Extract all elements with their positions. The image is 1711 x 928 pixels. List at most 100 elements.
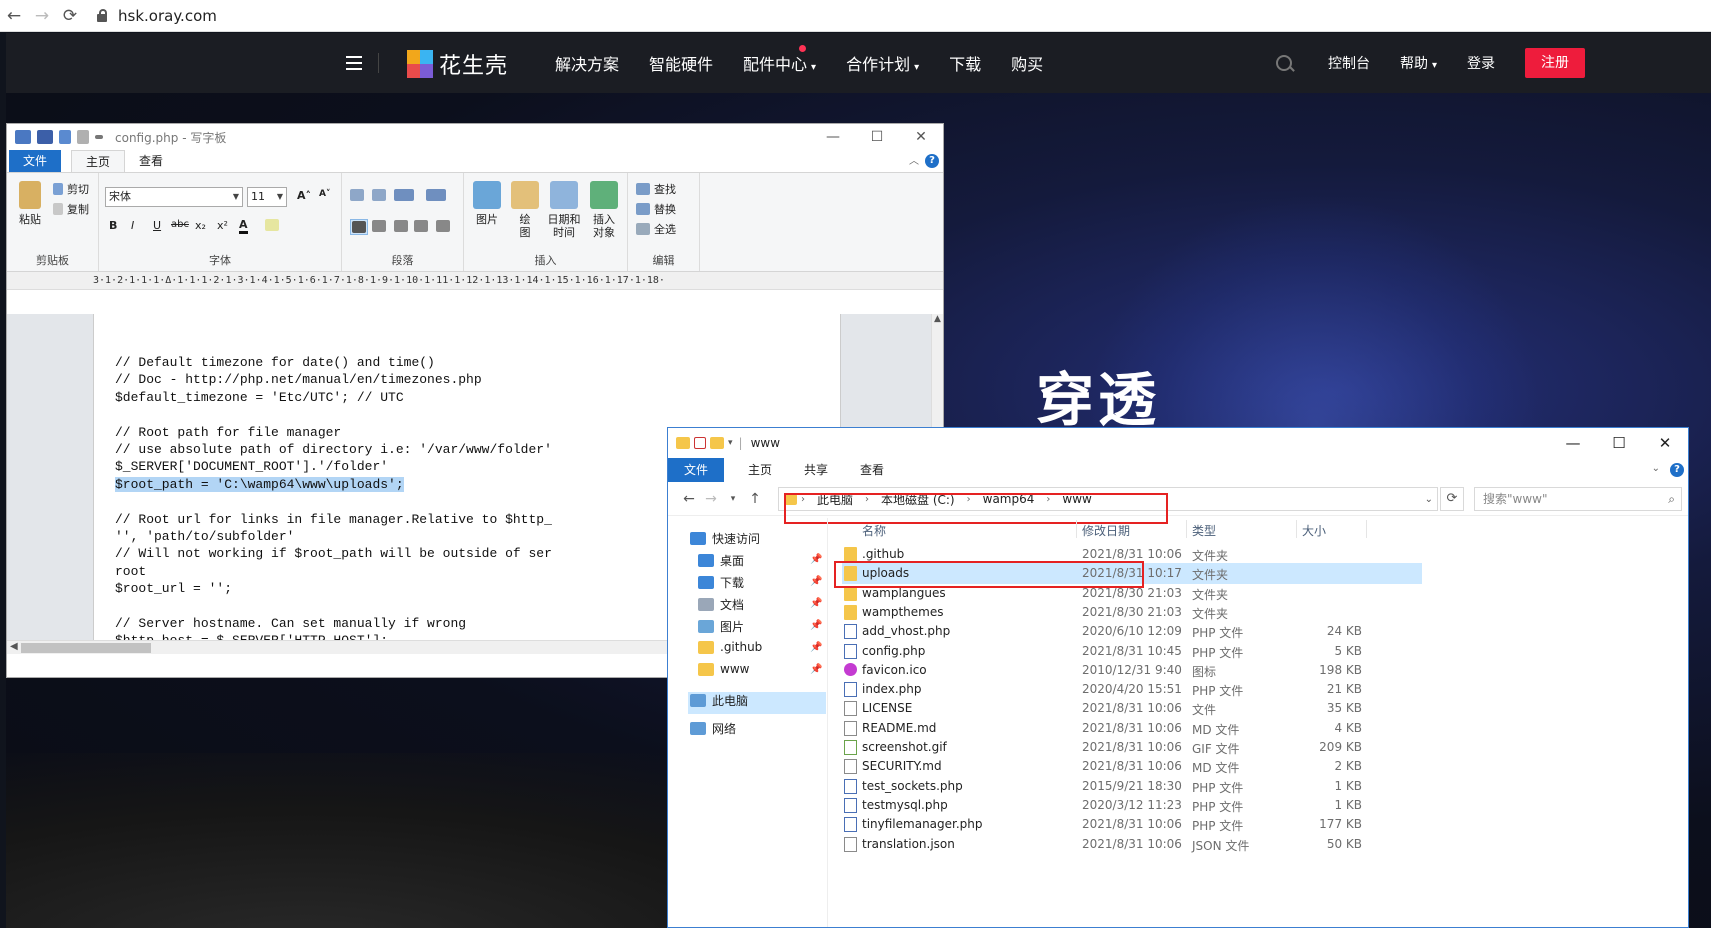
collapse-ribbon-icon[interactable]: ︿: [909, 152, 919, 167]
pin-icon[interactable]: 📌: [810, 598, 822, 609]
address-bar[interactable]: hsk.oray.com: [96, 7, 217, 25]
back-arrow-icon[interactable]: ←: [678, 491, 700, 507]
bold-button[interactable]: B: [109, 219, 117, 232]
ruler[interactable]: 3·1·2·1·1·1·Δ·1·1·1·2·1·3·1·4·1·5·1·6·1·…: [7, 272, 943, 290]
column-size[interactable]: 大小: [1302, 522, 1326, 539]
close-button[interactable]: ✕: [1642, 428, 1688, 458]
nav-accessories[interactable]: 配件中心 ▾: [743, 45, 816, 75]
column-divider[interactable]: [1296, 520, 1297, 538]
pin-icon[interactable]: 📌: [810, 576, 822, 587]
tab-file[interactable]: 文件: [9, 150, 62, 172]
insert-picture-button[interactable]: 图片: [470, 181, 504, 226]
column-date[interactable]: 修改日期: [1082, 522, 1130, 539]
subscript-button[interactable]: x₂: [195, 219, 206, 232]
column-name[interactable]: 名称: [862, 522, 886, 539]
search-icon[interactable]: [1276, 55, 1292, 71]
file-row[interactable]: translation.json 2021/8/31 10:06 JSON 文件 50…: [842, 834, 1422, 855]
column-divider[interactable]: [1186, 520, 1187, 538]
font-family-select[interactable]: 宋体 ▼: [105, 187, 243, 207]
maximize-button[interactable]: ☐: [855, 124, 899, 150]
undo-icon[interactable]: [59, 130, 71, 144]
file-row[interactable]: test_sockets.php 2015/9/21 18:30 PHP 文件 1 K…: [842, 776, 1422, 797]
nav-item[interactable]: .github: [698, 640, 762, 654]
file-row[interactable]: add_vhost.php 2020/6/10 12:09 PHP 文件 24 KB: [842, 621, 1422, 642]
align-right-button[interactable]: [394, 220, 412, 232]
tab-home[interactable]: 主页: [732, 458, 788, 482]
file-row[interactable]: favicon.ico 2010/12/31 9:40 图标 198 KB: [842, 660, 1422, 681]
tab-view[interactable]: 查看: [844, 458, 900, 482]
nav-solutions[interactable]: 解决方案: [555, 51, 619, 75]
chevron-down-icon[interactable]: ⌄: [1425, 494, 1433, 505]
copy-button[interactable]: 复制: [53, 201, 89, 217]
chevron-down-icon[interactable]: ⌄: [1652, 463, 1660, 474]
paint-drawing-button[interactable]: 绘 图: [508, 181, 542, 239]
help-icon[interactable]: ?: [925, 154, 939, 168]
select-all-button[interactable]: 全选: [636, 221, 676, 237]
bullets-button[interactable]: [394, 189, 418, 201]
file-row[interactable]: SECURITY.md 2021/8/31 10:06 MD 文件 2 KB: [842, 756, 1422, 777]
document-text[interactable]: // Default timezone for date() and time(…: [115, 354, 552, 640]
scroll-up-icon[interactable]: ▲: [934, 314, 941, 324]
highlight-button[interactable]: [265, 219, 283, 231]
tab-view[interactable]: 查看: [125, 150, 177, 172]
nav-item[interactable]: 此电脑: [690, 692, 748, 709]
reload-button[interactable]: ⟳: [56, 6, 84, 26]
nav-item[interactable]: 下载: [698, 574, 744, 591]
nav-item[interactable]: 桌面: [698, 552, 744, 569]
console-link[interactable]: 控制台: [1328, 53, 1370, 73]
font-color-button[interactable]: A: [239, 218, 248, 234]
redo-icon[interactable]: [77, 130, 89, 144]
nav-buy[interactable]: 购买: [1011, 51, 1043, 75]
cut-button[interactable]: 剪切: [53, 181, 89, 197]
nav-download[interactable]: 下载: [949, 51, 981, 75]
grow-font-button[interactable]: A˄: [297, 189, 311, 202]
scroll-thumb[interactable]: [21, 643, 151, 653]
file-row[interactable]: tinyfilemanager.php 2021/8/31 10:06 PHP 文件…: [842, 814, 1422, 835]
nav-partners[interactable]: 合作计划 ▾: [846, 51, 919, 75]
maximize-button[interactable]: ☐: [1596, 428, 1642, 458]
recent-locations-icon[interactable]: ▾: [722, 494, 744, 504]
nav-item[interactable]: 图片: [698, 618, 744, 635]
properties-icon[interactable]: [694, 437, 706, 449]
insert-object-button[interactable]: 插入 对象: [586, 181, 622, 239]
file-row[interactable]: README.md 2021/8/31 10:06 MD 文件 4 KB: [842, 718, 1422, 739]
file-row[interactable]: screenshot.gif 2021/8/31 10:06 GIF 文件 209 K…: [842, 737, 1422, 758]
paste-button[interactable]: 粘贴: [13, 181, 47, 226]
column-divider[interactable]: [1366, 520, 1367, 538]
pin-icon[interactable]: 📌: [810, 554, 822, 565]
login-link[interactable]: 登录: [1467, 53, 1495, 73]
underline-button[interactable]: U: [153, 219, 161, 232]
file-row[interactable]: testmysql.php 2020/3/12 11:23 PHP 文件 1 KB: [842, 795, 1422, 816]
replace-button[interactable]: 替换: [636, 201, 676, 217]
file-row[interactable]: index.php 2020/4/20 15:51 PHP 文件 21 KB: [842, 679, 1422, 700]
nav-item[interactable]: 网络: [690, 720, 736, 737]
register-button[interactable]: 注册: [1525, 48, 1586, 78]
minimize-button[interactable]: —: [811, 124, 855, 150]
shrink-font-button[interactable]: A˅: [319, 189, 330, 199]
date-time-button[interactable]: 日期和 时间: [544, 181, 584, 239]
forward-arrow-icon[interactable]: →: [700, 491, 722, 507]
strikethrough-button[interactable]: abc: [171, 219, 189, 230]
help-icon[interactable]: ?: [1670, 463, 1684, 477]
nav-item[interactable]: 文档: [698, 596, 744, 613]
justify-button[interactable]: [414, 220, 432, 232]
file-row[interactable]: LICENSE 2021/8/31 10:06 文件 35 KB: [842, 698, 1422, 719]
superscript-button[interactable]: x²: [217, 219, 228, 232]
increase-indent-button[interactable]: [372, 189, 390, 201]
close-button[interactable]: ✕: [899, 124, 943, 150]
align-left-button[interactable]: [350, 219, 368, 235]
pin-icon[interactable]: 📌: [810, 664, 822, 675]
minimize-button[interactable]: —: [1550, 428, 1596, 458]
hamburger-icon[interactable]: [346, 56, 362, 70]
decrease-indent-button[interactable]: [350, 189, 368, 201]
scroll-left-icon[interactable]: ◀: [10, 641, 18, 652]
tab-home[interactable]: 主页: [71, 150, 126, 172]
customize-qat-icon[interactable]: [95, 135, 103, 139]
column-type[interactable]: 类型: [1192, 522, 1216, 539]
nav-hardware[interactable]: 智能硬件: [649, 51, 713, 75]
font-size-select[interactable]: 11 ▼: [247, 187, 287, 207]
save-icon[interactable]: [37, 130, 53, 144]
tab-share[interactable]: 共享: [788, 458, 844, 482]
customize-qat-icon[interactable]: ▾: [728, 438, 733, 448]
file-row[interactable]: config.php 2021/8/31 10:45 PHP 文件 5 KB: [842, 641, 1422, 662]
